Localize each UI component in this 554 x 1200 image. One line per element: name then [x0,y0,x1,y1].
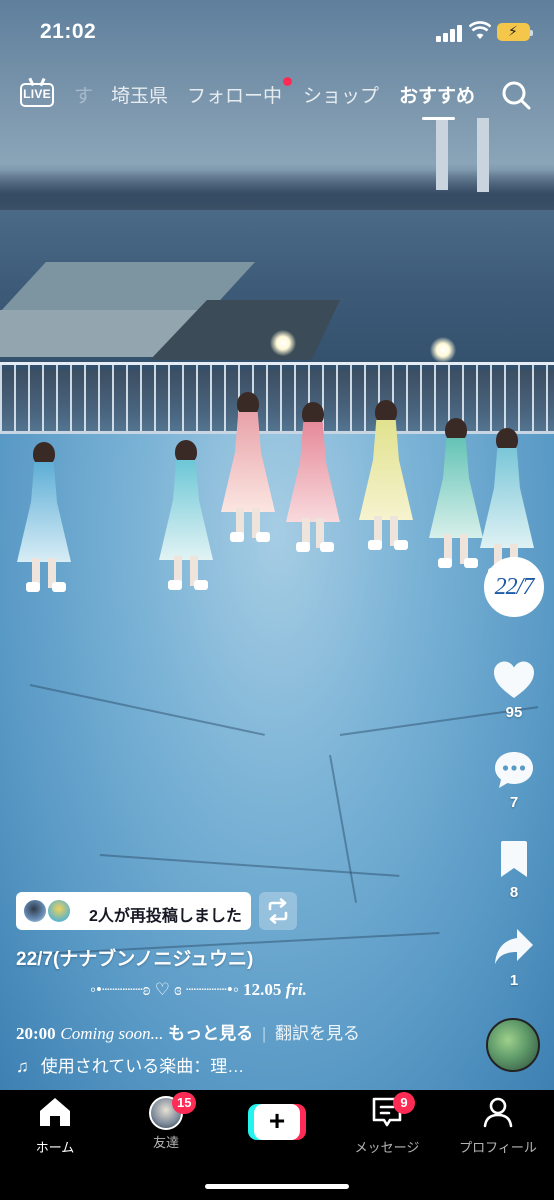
repost-notice[interactable]: 2人が再投稿しました [16,892,251,930]
deco-ornament: ◦•┈┈┈┈ʚ ♡ ɞ ┈┈┈┈•◦ [90,980,239,999]
wifi-icon [469,21,491,39]
flood-light [270,330,296,356]
nav-friends[interactable]: 15 友達 [116,1092,216,1151]
chimney-left [436,120,448,190]
dancer [156,440,216,615]
comment-count: 7 [509,794,519,811]
comment-button[interactable]: 7 [484,750,544,811]
tab-partial[interactable]: す [74,81,93,108]
home-icon [40,1098,70,1126]
dancer [478,428,536,578]
nav-profile-label: プロフィール [459,1140,537,1155]
live-label: LIVE [20,83,54,107]
status-time: 21:02 [40,20,97,43]
caption-day: fri. [285,980,307,999]
caption-deco-line: ◦•┈┈┈┈ʚ ♡ ɞ ┈┈┈┈•◦ 12.05 fri. [90,980,307,1000]
caption-line: 20:00 Coming soon... もっと見る | 翻訳を見る [16,1019,360,1044]
music-disc-icon[interactable] [486,1018,540,1072]
dancer [428,418,484,583]
live-icon[interactable]: LIVE [20,77,54,108]
battery-charging-icon: ⚡ [497,23,533,41]
flood-light [430,337,456,363]
comment-icon [495,752,533,788]
music-note-icon: ♫ [16,1057,29,1076]
caption-time: 20:00 [16,1024,56,1043]
nav-home[interactable]: ホーム [5,1096,105,1156]
like-button[interactable]: 95 [484,660,544,721]
author-name[interactable]: 22/7(ナナブンノニジュウニ) [16,944,253,971]
music-label: 使用されている楽曲：理… [40,1057,245,1076]
nav-messages-label: メッセージ [354,1140,420,1155]
share-arrow-icon [495,929,533,964]
see-more-link[interactable]: もっと見る [168,1024,253,1043]
active-tab-indicator [422,117,455,120]
repost-icon [268,898,288,924]
save-button[interactable]: 8 [484,840,544,901]
creator-avatar[interactable]: 22/7 [484,557,544,617]
home-indicator [205,1184,349,1189]
tab-saitama[interactable]: 埼玉県 [111,81,168,108]
share-count: 1 [509,972,519,989]
dancer [14,442,74,617]
nav-messages[interactable]: 9 メッセージ [337,1092,437,1156]
caption-text: Coming soon... [60,1024,164,1043]
reposter-avatar [22,898,48,924]
reposter-avatar [46,898,72,924]
caption-separator: | [261,1024,267,1043]
repost-text: 2人が再投稿しました [89,908,242,925]
tab-following[interactable]: フォロー中 [187,81,282,108]
following-new-dot [283,77,292,86]
profile-icon [483,1097,513,1128]
bookmark-icon [501,841,527,877]
nav-profile[interactable]: プロフィール [448,1096,548,1156]
dancer [220,392,276,542]
plus-icon: + [254,1104,300,1140]
chimney-right [477,118,489,192]
friends-badge: 15 [172,1092,197,1114]
create-button[interactable]: + [248,1104,306,1140]
dancer [356,400,416,565]
caption-date: 12.05 [243,980,282,999]
status-bar: 21:02 ⚡ [0,0,554,64]
save-count: 8 [509,884,519,901]
cellular-signal-icon [436,24,464,42]
heart-icon [494,661,534,698]
like-count: 95 [505,704,523,721]
nav-home-label: ホーム [35,1140,75,1155]
city-skyline [0,170,554,210]
search-icon[interactable] [501,80,531,110]
tab-for-you[interactable]: おすすめ [399,81,475,108]
messages-badge: 9 [393,1092,415,1114]
top-nav: LIVE す 埼玉県 フォロー中 ショップ おすすめ [0,70,554,126]
translate-link[interactable]: 翻訳を見る [275,1024,360,1043]
nav-friends-label: 友達 [152,1135,179,1150]
share-button[interactable]: 1 [484,926,544,989]
music-info[interactable]: ♫ 使用されている楽曲：理… [16,1052,244,1077]
dancer [284,402,342,557]
repost-button[interactable] [259,892,297,930]
tab-shop[interactable]: ショップ [303,81,379,108]
